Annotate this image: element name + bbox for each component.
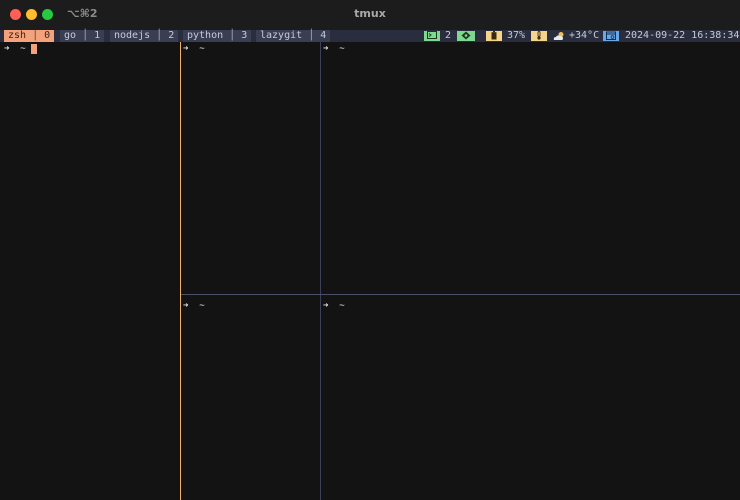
pane-border-active[interactable]	[180, 42, 181, 500]
session-count: 2	[445, 30, 452, 41]
window-name: lazygit	[260, 30, 303, 41]
pane-bottom-right[interactable]: ➜ ~	[321, 295, 740, 500]
pane-top-right[interactable]: ➜ ~	[321, 42, 740, 294]
window-name: go	[64, 30, 77, 41]
prompt-line: ➜ ~	[323, 44, 345, 54]
window-index: 2	[168, 30, 175, 41]
prompt-path: ~	[199, 44, 205, 54]
prompt-arrow-icon: ➜	[183, 301, 189, 311]
window-title: tmux	[354, 7, 386, 20]
prompt-path: ~	[20, 44, 26, 54]
window-index: 0	[44, 30, 51, 41]
prompt-arrow-icon: ➜	[323, 44, 329, 54]
prompt-arrow-icon: ➜	[323, 301, 329, 311]
pane-top-middle[interactable]: ➜ ~	[181, 42, 320, 294]
window-index: 3	[241, 30, 248, 41]
prompt-arrow-icon: ➜	[4, 44, 10, 54]
prompt-arrow-icon: ➜	[183, 44, 189, 54]
thermometer-icon	[531, 31, 547, 41]
calendar-icon	[603, 31, 619, 41]
tmux-status-bar: zsh │ 0 go │ 1 nodejs │ 2 python │ 3 laz…	[0, 30, 740, 42]
prompt-path: ~	[339, 44, 345, 54]
tmux-window-go[interactable]: go │ 1	[60, 30, 105, 42]
tmux-window-lazygit[interactable]: lazygit │ 4	[256, 30, 331, 42]
tmux-window-python[interactable]: python │ 3	[183, 30, 252, 42]
tmux-window-nodejs[interactable]: nodejs │ 2	[110, 30, 179, 42]
pane-bottom-middle[interactable]: ➜ ~	[181, 295, 320, 500]
prompt-line: ➜ ~	[4, 44, 26, 54]
partly-cloudy-icon	[551, 31, 567, 41]
title-bar: ⌥⌘2 tmux	[0, 0, 740, 30]
terminal-window: ⌥⌘2 tmux zsh │ 0 go │ 1 nodejs │ 2 pytho…	[0, 0, 740, 500]
prompt-path: ~	[199, 301, 205, 311]
battery-level: 37%	[507, 30, 526, 41]
pane-border-vertical[interactable]	[320, 42, 321, 500]
tmux-window-zsh[interactable]: zsh │ 0	[4, 30, 55, 42]
window-name: zsh	[8, 30, 27, 41]
terminal-icon	[424, 31, 440, 41]
battery-icon	[486, 31, 502, 41]
window-index: 4	[320, 30, 327, 41]
prompt-line: ➜ ~	[323, 301, 345, 311]
git-icon	[457, 31, 475, 41]
window-name: nodejs	[114, 30, 151, 41]
terminal-cursor	[31, 44, 37, 54]
weather-temp: +34°C	[569, 30, 600, 41]
pane-left[interactable]: ➜ ~	[0, 42, 180, 500]
prompt-line: ➜ ~	[183, 301, 205, 311]
prompt-line: ➜ ~	[183, 44, 205, 54]
prompt-path: ~	[339, 301, 345, 311]
window-index: 1	[94, 30, 101, 41]
pane-border-horizontal[interactable]	[181, 294, 740, 295]
window-name: python	[187, 30, 224, 41]
date-time: 2024-09-22 16:38:34	[625, 30, 740, 41]
